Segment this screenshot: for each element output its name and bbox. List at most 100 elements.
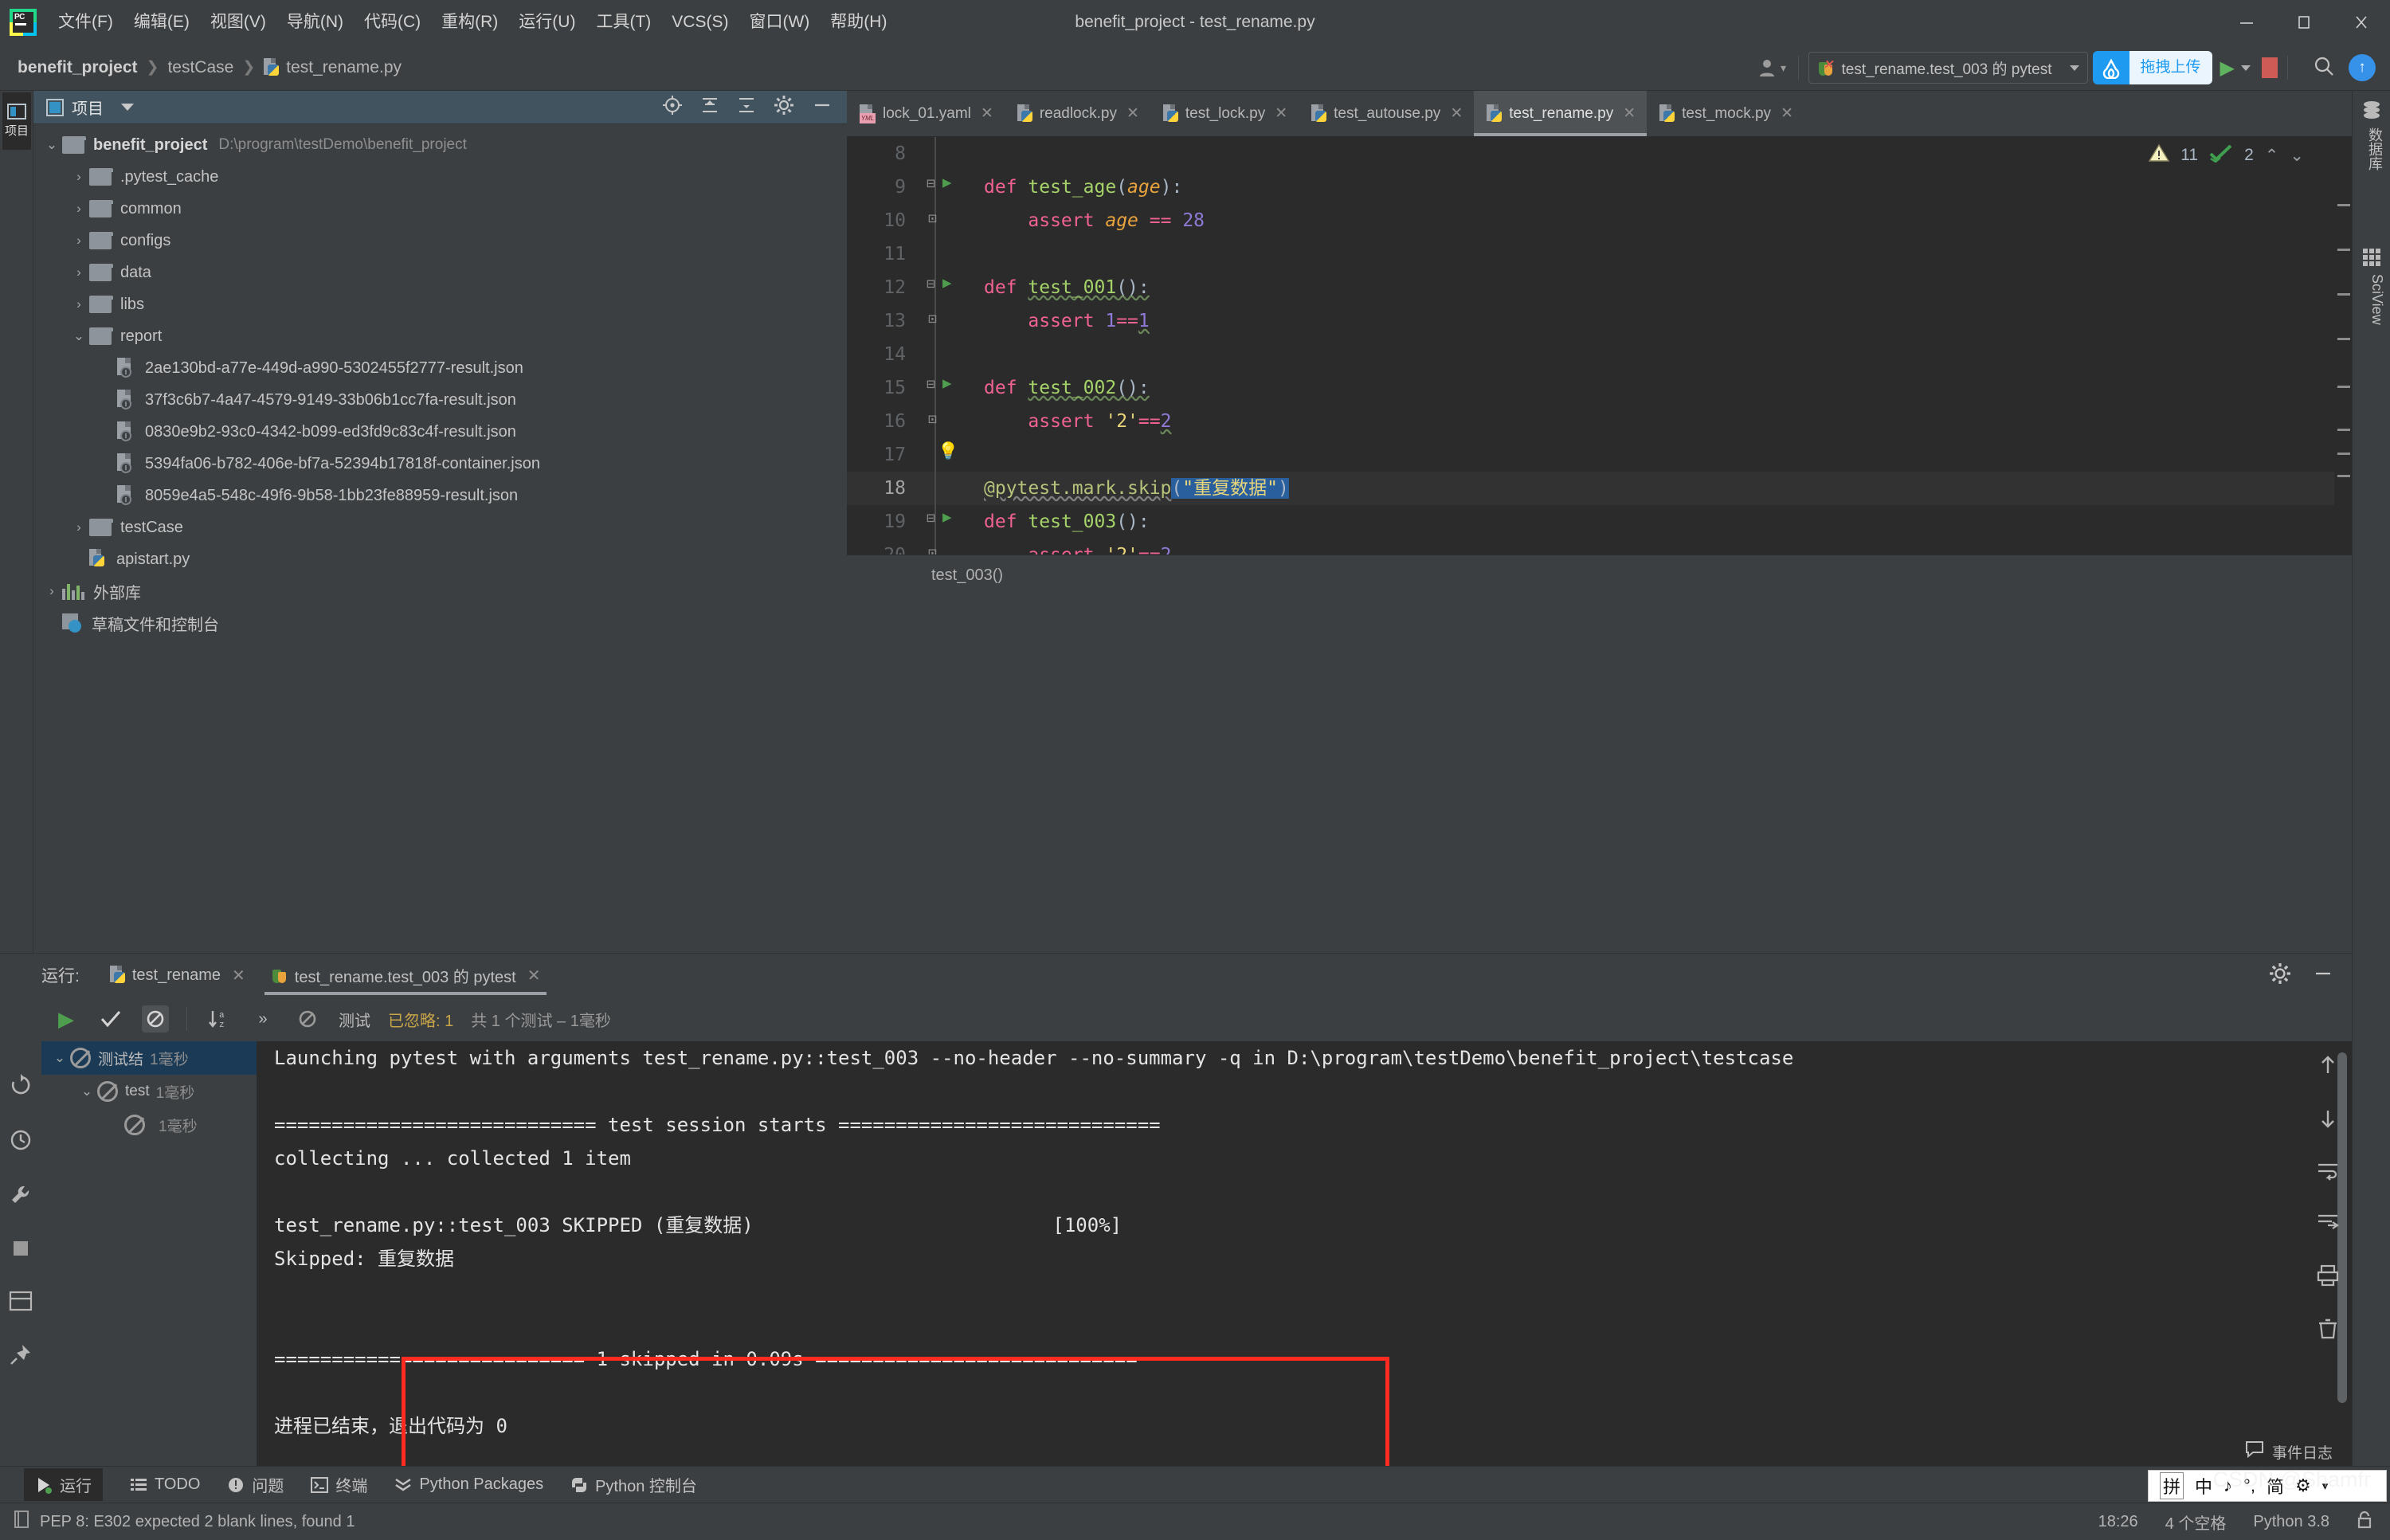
editor-tab-test_lock-py[interactable]: test_lock.py ✕: [1150, 91, 1299, 136]
chevron-down-icon[interactable]: [2069, 65, 2079, 71]
intention-bulb-icon[interactable]: 💡: [938, 441, 958, 461]
run-configuration-selector[interactable]: ✕ test_rename.test_003 的 pytest: [1808, 52, 2088, 84]
test-tree-row[interactable]: ⌄ test 1毫秒: [41, 1075, 257, 1108]
fold-icon[interactable]: ⊟: [927, 175, 935, 192]
close-icon[interactable]: ✕: [1781, 104, 1793, 123]
tree-node[interactable]: ⌄ benefit_project D:\program\testDemo\bene…: [33, 129, 847, 161]
menu-run[interactable]: 运行(U): [508, 0, 586, 45]
tree-node[interactable]: ›2ae130bd-a77e-449d-a990-5302455f2777-re…: [33, 352, 847, 384]
stop-icon[interactable]: [10, 1238, 31, 1263]
chevron-right-icon[interactable]: ›: [69, 201, 89, 217]
next-highlight-icon[interactable]: ⌄: [2290, 146, 2304, 166]
tree-node[interactable]: ›草稿文件和控制台: [33, 607, 847, 639]
fold-icon[interactable]: ⊡: [928, 411, 937, 428]
menu-view[interactable]: 视图(V): [200, 0, 276, 45]
chevron-right-icon[interactable]: ›: [69, 233, 89, 249]
tool-window-problems[interactable]: 问题: [227, 1473, 284, 1496]
expand-all-icon[interactable]: [700, 96, 719, 119]
chevron-right-icon[interactable]: ›: [41, 583, 62, 599]
run-test-gutter-icon[interactable]: ▶: [942, 374, 951, 392]
editor-tab-test_mock-py[interactable]: test_mock.py ✕: [1647, 91, 1804, 136]
close-icon[interactable]: ✕: [527, 966, 541, 986]
breadcrumb-project[interactable]: benefit_project: [18, 58, 138, 77]
upload-button-label[interactable]: 拖拽上传: [2129, 51, 2212, 84]
fold-icon[interactable]: ⊟: [927, 376, 935, 393]
tree-node[interactable]: ›37f3c6b7-4a47-4579-9149-33b06b1cc7fa-re…: [33, 384, 847, 416]
run-test-gutter-icon[interactable]: ▶: [942, 508, 951, 526]
gear-icon[interactable]: [2269, 962, 2291, 989]
tree-node[interactable]: › common: [33, 193, 847, 225]
expand-all-icon[interactable]: »: [249, 1005, 276, 1033]
tool-window-python-console[interactable]: Python 控制台: [570, 1473, 697, 1496]
editor-tab-lock_01-yaml[interactable]: YML lock_01.yaml ✕: [847, 91, 1005, 136]
restore-icon[interactable]: [2275, 0, 2333, 45]
rerun-icon[interactable]: [9, 1073, 33, 1101]
run-play-icon[interactable]: ▶: [53, 1005, 80, 1033]
chevron-down-icon[interactable]: ⌄: [76, 1083, 97, 1099]
locate-file-icon[interactable]: [662, 95, 683, 120]
tool-window-todo[interactable]: TODO: [130, 1475, 200, 1494]
gear-icon[interactable]: [774, 95, 794, 120]
sidebar-item-project[interactable]: 项目: [2, 92, 31, 150]
hide-panel-icon[interactable]: [2312, 963, 2334, 988]
tree-node[interactable]: › .pytest_cache: [33, 161, 847, 193]
fold-icon[interactable]: ⊡: [928, 210, 937, 227]
code-editor[interactable]: 8910111213141516171819202122232425 ▶ ⊟ ⊡…: [847, 137, 2334, 554]
run-tab-pytest-test-003[interactable]: test_rename.test_003 的 pytest ✕: [258, 954, 554, 997]
run-test-gutter-icon[interactable]: ▶: [942, 274, 951, 292]
update-icon[interactable]: ↑: [2349, 54, 2376, 81]
cloud-upload-icon[interactable]: [2092, 51, 2129, 84]
menu-edit[interactable]: 编辑(E): [123, 0, 200, 45]
tree-node[interactable]: › 外部库: [33, 575, 847, 607]
previous-highlight-icon[interactable]: ⌃: [2265, 146, 2279, 166]
close-icon[interactable]: ✕: [1275, 104, 1287, 123]
editor-scrollbar[interactable]: [2334, 137, 2352, 554]
run-test-gutter-icon[interactable]: ▶: [942, 174, 951, 191]
menu-tools[interactable]: 工具(T): [586, 0, 661, 45]
menu-file[interactable]: 文件(F): [48, 0, 123, 45]
ime-language[interactable]: 中: [2195, 1473, 2212, 1499]
editor-tab-test_autouse-py[interactable]: test_autouse.py ✕: [1299, 91, 1474, 136]
breadcrumb-file[interactable]: test_rename.py: [286, 58, 402, 77]
run-play-icon[interactable]: ▶: [2220, 57, 2235, 80]
close-icon[interactable]: ✕: [1623, 104, 1636, 123]
toggle-auto-test-icon[interactable]: [9, 1128, 33, 1156]
close-icon[interactable]: ✕: [1450, 104, 1463, 123]
pin-icon[interactable]: [10, 1343, 32, 1370]
editor-tab-test_rename-py[interactable]: test_rename.py ✕: [1474, 91, 1648, 136]
chevron-down-icon[interactable]: ⌄: [41, 137, 62, 153]
chevron-right-icon[interactable]: ›: [69, 169, 89, 185]
chevron-right-icon[interactable]: ›: [69, 265, 89, 280]
status-indent[interactable]: 4 个空格: [2165, 1511, 2227, 1534]
sort-alphabetically-icon[interactable]: az: [205, 1005, 232, 1033]
tree-node[interactable]: › configs: [33, 225, 847, 257]
test-tree-row[interactable]: ⌄ 测试结 1毫秒: [41, 1041, 257, 1075]
search-everywhere-icon[interactable]: [2312, 54, 2336, 82]
collapse-all-icon[interactable]: [737, 96, 756, 119]
sidebar-item-sciview[interactable]: SciView: [2368, 274, 2385, 325]
show-passed-icon[interactable]: [97, 1005, 124, 1033]
tree-node[interactable]: ›5394fa06-b782-406e-bf7a-52394b17818f-co…: [33, 448, 847, 480]
hide-panel-icon[interactable]: [812, 95, 833, 120]
tool-window-terminal[interactable]: 终端: [311, 1473, 367, 1496]
tree-node[interactable]: › testCase: [33, 511, 847, 543]
menu-help[interactable]: 帮助(H): [820, 0, 897, 45]
tree-node[interactable]: ›0830e9b2-93c0-4342-b099-ed3fd9c83c4f-re…: [33, 416, 847, 448]
tree-node[interactable]: ›8059e4a5-548c-49f6-9b58-1bb23fe88959-re…: [33, 480, 847, 511]
run-tab-test-rename[interactable]: test_rename ✕: [97, 954, 258, 997]
tree-node[interactable]: › data: [33, 257, 847, 288]
chevron-down-icon[interactable]: ⌄: [49, 1050, 70, 1066]
menu-navigate[interactable]: 导航(N): [276, 0, 354, 45]
stop-icon[interactable]: [2262, 57, 2278, 78]
tool-window-run[interactable]: 运行: [24, 1468, 103, 1501]
tree-node[interactable]: › libs: [33, 288, 847, 320]
layout-icon[interactable]: [9, 1290, 33, 1316]
close-icon[interactable]: ✕: [981, 104, 993, 123]
lock-icon[interactable]: [2357, 1510, 2372, 1534]
scroll-to-end-icon[interactable]: [2316, 1213, 2340, 1237]
fold-icon[interactable]: ⊟: [927, 276, 935, 292]
chevron-right-icon[interactable]: ›: [69, 296, 89, 312]
scroll-down-icon[interactable]: [2317, 1107, 2339, 1134]
chevron-down-icon[interactable]: [121, 104, 134, 111]
close-icon[interactable]: ✕: [1126, 104, 1139, 123]
